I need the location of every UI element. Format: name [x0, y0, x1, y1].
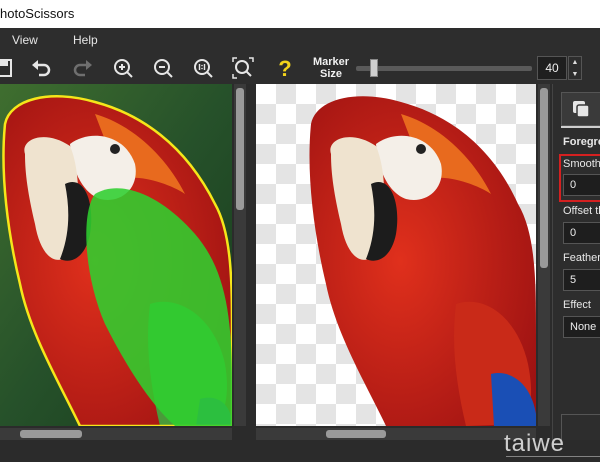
source-vertical-scrollbar[interactable]	[234, 84, 246, 426]
zoom-out-icon	[154, 59, 173, 78]
redo-icon	[73, 60, 92, 77]
undo-icon	[32, 60, 51, 77]
result-hscroll-thumb[interactable]	[326, 430, 386, 438]
spin-down-icon[interactable]: ▼	[569, 69, 581, 81]
marker-size-input[interactable]: 40	[537, 56, 567, 80]
foreground-tab-label[interactable]: Foregro	[563, 136, 600, 148]
app-title: hotoScissors	[0, 6, 75, 21]
undo-button[interactable]	[28, 55, 54, 81]
effect-label: Effect	[563, 299, 591, 311]
offset-input[interactable]: 0	[563, 222, 600, 244]
marker-size-slider-thumb[interactable]	[369, 59, 378, 77]
effect-select[interactable]: None	[563, 316, 600, 338]
marker-label-line1: Marker	[312, 56, 350, 68]
zoom-in-icon	[114, 59, 133, 78]
panel-footer-box	[561, 414, 600, 440]
source-image-pane[interactable]	[0, 84, 232, 426]
source-vscroll-thumb[interactable]	[236, 88, 244, 210]
zoom-fit-button[interactable]	[230, 55, 256, 81]
save-icon	[0, 59, 12, 77]
layers-icon	[573, 101, 590, 118]
help-icon: ?	[278, 57, 291, 79]
feathering-label: Featherin	[563, 252, 600, 264]
watermark-text: taiwe	[504, 430, 566, 457]
tab-indicator	[561, 126, 600, 128]
feathering-input[interactable]: 5	[563, 269, 600, 291]
result-vertical-scrollbar[interactable]	[538, 84, 550, 426]
zoom-in-button[interactable]	[110, 55, 136, 81]
zoom-fit-icon	[232, 57, 254, 79]
source-parrot-image	[0, 84, 232, 426]
redo-button[interactable]	[70, 55, 96, 81]
offset-label: Offset the	[563, 205, 600, 217]
svg-text:?: ?	[278, 57, 291, 79]
help-button[interactable]: ?	[272, 55, 298, 81]
menu-help[interactable]: Help	[73, 33, 98, 47]
settings-panel: Foregro Smooth t 0 Offset the 0 Featheri…	[552, 84, 600, 440]
toolbar: ? Marker Size 40 ▲ ▼	[0, 52, 600, 84]
foreground-tab-button[interactable]	[561, 92, 600, 126]
zoom-out-button[interactable]	[150, 55, 176, 81]
marker-size-slider[interactable]	[356, 66, 532, 71]
source-horizontal-scrollbar[interactable]	[0, 428, 232, 440]
watermark-underline	[506, 456, 600, 462]
menu-bar: View Help	[0, 28, 600, 52]
title-bar: hotoScissors	[0, 0, 600, 28]
result-horizontal-scrollbar[interactable]	[256, 428, 536, 440]
result-vscroll-thumb[interactable]	[540, 88, 548, 268]
smooth-label: Smooth t	[563, 158, 600, 170]
zoom-actual-icon	[194, 59, 213, 78]
menu-view[interactable]: View	[12, 33, 38, 47]
source-hscroll-thumb[interactable]	[20, 430, 82, 438]
save-button[interactable]	[0, 55, 16, 81]
marker-label-line2: Size	[319, 68, 342, 80]
marker-size-label: Marker Size	[308, 56, 354, 80]
smooth-input[interactable]: 0	[563, 174, 600, 196]
spin-up-icon[interactable]: ▲	[569, 57, 581, 69]
zoom-actual-button[interactable]	[190, 55, 216, 81]
result-parrot-image	[309, 96, 536, 426]
result-image-pane[interactable]	[256, 84, 536, 426]
marker-size-spinner[interactable]: ▲ ▼	[568, 56, 582, 80]
